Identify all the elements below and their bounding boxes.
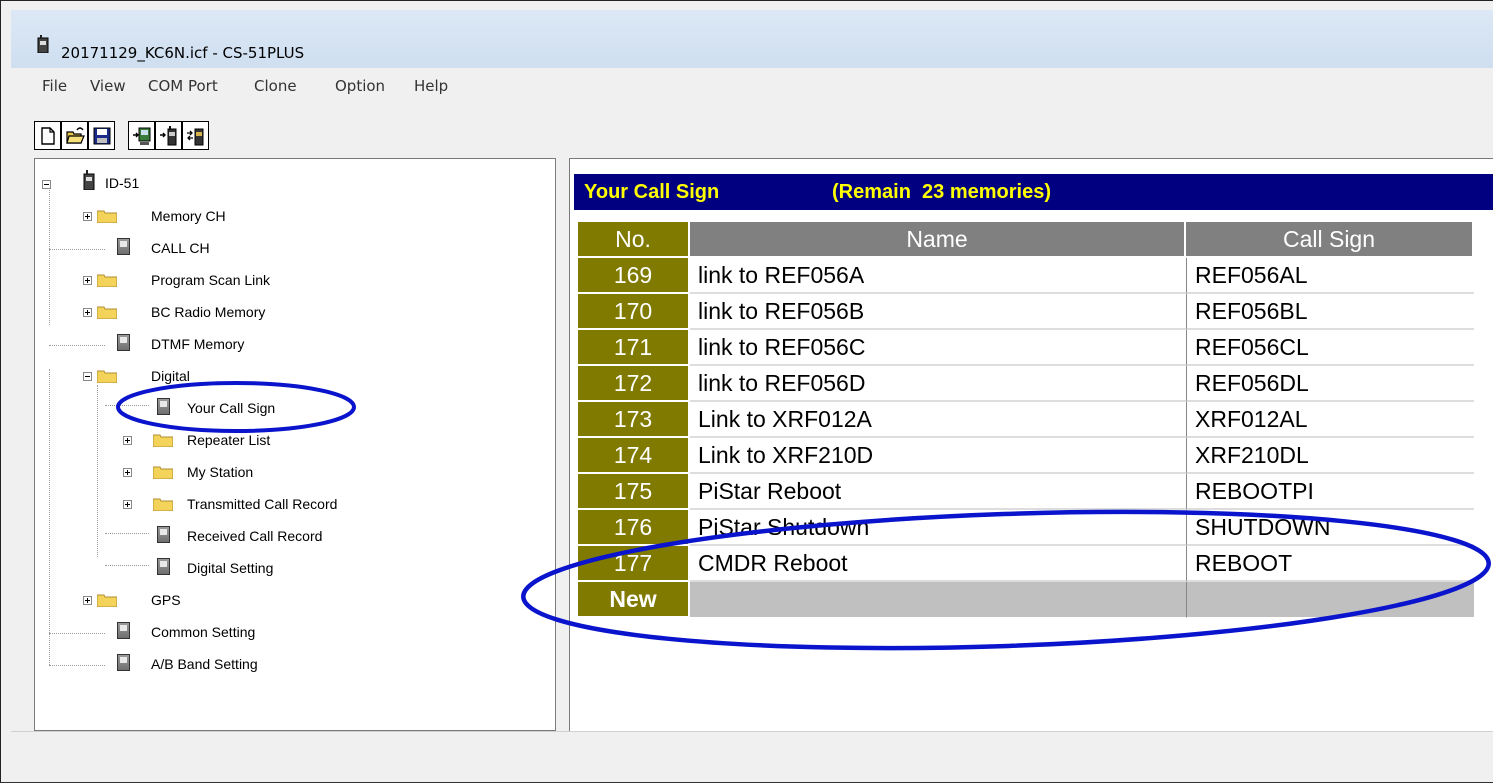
read-from-radio-button[interactable] bbox=[128, 121, 155, 150]
menu-view[interactable]: View bbox=[90, 77, 126, 95]
remaining-memories: (Remain 23 memories) bbox=[832, 181, 1051, 203]
tree-connector bbox=[49, 665, 105, 666]
tree-view[interactable]: ID-51 Memory CH CALL CH Program Scan Lin… bbox=[34, 158, 556, 731]
memory-chip-icon bbox=[117, 238, 130, 255]
call-sign-cell[interactable]: SHUTDOWN bbox=[1186, 510, 1474, 546]
memory-chip-icon bbox=[157, 558, 170, 575]
tree-connector bbox=[49, 369, 50, 665]
folder-icon bbox=[97, 274, 117, 287]
call-sign-cell[interactable]: XRF210DL bbox=[1186, 438, 1474, 474]
open-folder-icon bbox=[97, 370, 117, 383]
call-sign-cell[interactable]: REBOOTPI bbox=[1186, 474, 1474, 510]
clone-radio-icon bbox=[187, 128, 204, 146]
tree-connector bbox=[105, 405, 149, 406]
memory-chip-icon bbox=[157, 398, 170, 415]
call-sign-cell[interactable]: REF056BL bbox=[1186, 294, 1474, 330]
call-sign-cell[interactable]: XRF012AL bbox=[1186, 402, 1474, 438]
menu-bar: File View COM Port Clone Option Help bbox=[11, 68, 1493, 102]
panel-title: Your Call Sign bbox=[584, 181, 720, 203]
row-number: 170 bbox=[578, 294, 690, 330]
row-number: 177 bbox=[578, 546, 690, 582]
app-window: 20171129_KC6N.icf - CS-51PLUS File View … bbox=[0, 0, 1493, 783]
call-sign-panel: Your Call Sign (Remain 23 memories) No. … bbox=[569, 158, 1493, 731]
radio-icon bbox=[37, 35, 49, 53]
tree-connector bbox=[105, 565, 149, 566]
name-cell[interactable]: Link to XRF210D bbox=[690, 438, 1186, 474]
expand-icon[interactable] bbox=[123, 500, 132, 509]
call-sign-cell[interactable]: REF056AL bbox=[1186, 258, 1474, 294]
window-title: 20171129_KC6N.icf - CS-51PLUS bbox=[61, 44, 305, 62]
column-header-name[interactable]: Name bbox=[690, 222, 1186, 258]
name-cell[interactable]: CMDR Reboot bbox=[690, 546, 1186, 582]
floppy-disk-icon bbox=[93, 127, 111, 145]
title-bar: 20171129_KC6N.icf - CS-51PLUS bbox=[11, 10, 1493, 68]
open-folder-icon bbox=[66, 127, 85, 144]
memory-chip-icon bbox=[117, 334, 130, 351]
name-cell[interactable]: PiStar Reboot bbox=[690, 474, 1186, 510]
folder-icon bbox=[153, 466, 173, 479]
new-document-icon bbox=[41, 127, 55, 145]
memory-chip-icon bbox=[117, 654, 130, 671]
expand-icon[interactable] bbox=[83, 276, 92, 285]
new-call-sign-cell[interactable] bbox=[1186, 582, 1474, 618]
column-header-no: No. bbox=[578, 222, 690, 258]
expand-icon[interactable] bbox=[83, 596, 92, 605]
open-file-button[interactable] bbox=[61, 121, 88, 150]
status-bar bbox=[11, 731, 1493, 782]
row-number: 172 bbox=[578, 366, 690, 402]
new-name-cell[interactable] bbox=[690, 582, 1186, 618]
folder-icon bbox=[153, 434, 173, 447]
row-number: 173 bbox=[578, 402, 690, 438]
expand-icon[interactable] bbox=[83, 212, 92, 221]
menu-com-port[interactable]: COM Port bbox=[148, 77, 218, 95]
folder-icon bbox=[97, 594, 117, 607]
expand-icon[interactable] bbox=[123, 468, 132, 477]
write-radio-icon bbox=[160, 126, 177, 146]
name-cell[interactable]: link to REF056D bbox=[690, 366, 1186, 402]
call-sign-cell[interactable]: REF056CL bbox=[1186, 330, 1474, 366]
memory-chip-icon bbox=[117, 622, 130, 639]
row-number: 171 bbox=[578, 330, 690, 366]
write-to-radio-button[interactable] bbox=[155, 121, 182, 150]
tree-connector bbox=[97, 385, 98, 557]
tree-connector bbox=[105, 533, 149, 534]
menu-help[interactable]: Help bbox=[414, 77, 448, 95]
expand-icon[interactable] bbox=[83, 308, 92, 317]
radio-icon bbox=[83, 170, 95, 190]
folder-icon bbox=[97, 210, 117, 223]
clone-radio-button[interactable] bbox=[182, 121, 209, 150]
toolbar bbox=[11, 102, 1493, 158]
tree-connector bbox=[49, 345, 105, 346]
folder-icon bbox=[97, 306, 117, 319]
collapse-icon[interactable] bbox=[42, 180, 51, 189]
new-row-label[interactable]: New bbox=[578, 582, 690, 618]
expand-icon[interactable] bbox=[123, 436, 132, 445]
call-sign-cell[interactable]: REF056DL bbox=[1186, 366, 1474, 402]
read-radio-icon bbox=[133, 127, 151, 145]
menu-file[interactable]: File bbox=[42, 77, 67, 95]
name-cell[interactable]: link to REF056B bbox=[690, 294, 1186, 330]
row-number: 174 bbox=[578, 438, 690, 474]
name-cell[interactable]: link to REF056C bbox=[690, 330, 1186, 366]
row-number: 176 bbox=[578, 510, 690, 546]
column-header-call-sign[interactable]: Call Sign bbox=[1186, 222, 1474, 258]
new-file-button[interactable] bbox=[34, 121, 61, 150]
name-cell[interactable]: link to REF056A bbox=[690, 258, 1186, 294]
collapse-icon[interactable] bbox=[83, 372, 92, 381]
row-number: 169 bbox=[578, 258, 690, 294]
call-sign-cell[interactable]: REBOOT bbox=[1186, 546, 1474, 582]
tree-connector bbox=[49, 183, 50, 325]
folder-icon bbox=[153, 498, 173, 511]
save-file-button[interactable] bbox=[88, 121, 115, 150]
menu-option[interactable]: Option bbox=[335, 77, 385, 95]
name-cell[interactable]: PiStar Shutdown bbox=[690, 510, 1186, 546]
memory-chip-icon bbox=[157, 526, 170, 543]
tree-connector bbox=[49, 249, 105, 250]
panel-header: Your Call Sign (Remain 23 memories) bbox=[574, 174, 1493, 210]
menu-clone[interactable]: Clone bbox=[254, 77, 297, 95]
tree-connector bbox=[49, 633, 105, 634]
name-cell[interactable]: Link to XRF012A bbox=[690, 402, 1186, 438]
row-number: 175 bbox=[578, 474, 690, 510]
